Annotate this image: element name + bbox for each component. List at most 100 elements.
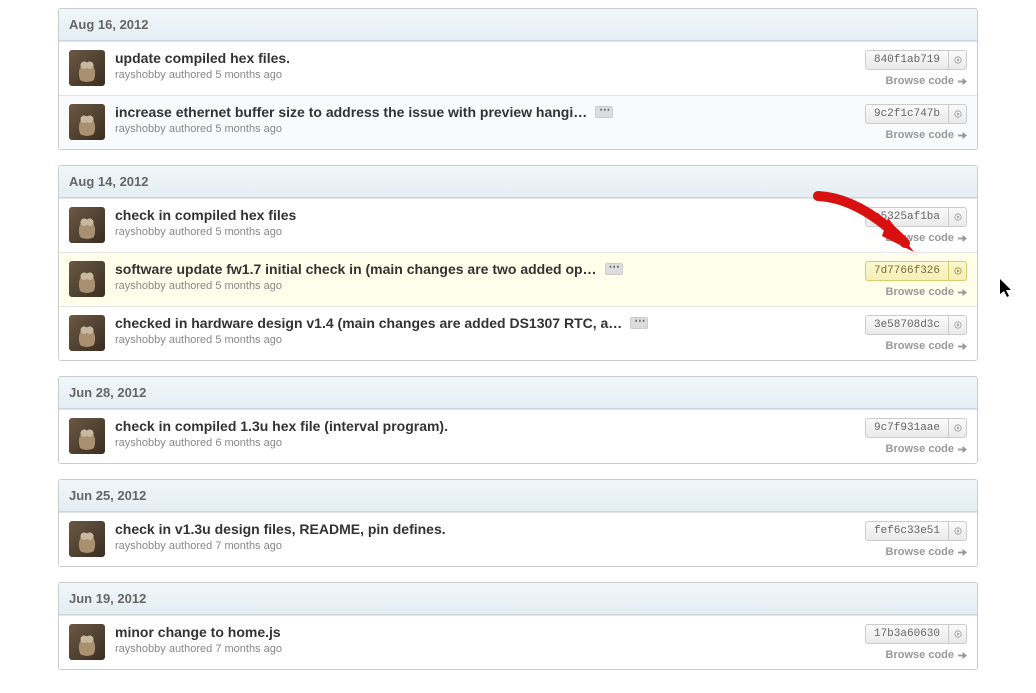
commit-row: software update fw1.7 initial check in (…	[59, 252, 977, 306]
browse-tree-button[interactable]	[949, 624, 967, 644]
browse-code-link[interactable]: Browse code	[886, 340, 967, 352]
commit-row: check in v1.3u design files, README, pin…	[59, 512, 977, 566]
browse-code-link[interactable]: Browse code	[886, 443, 967, 455]
commit-title-link[interactable]: increase ethernet buffer size to address…	[115, 104, 587, 120]
commit-row: checked in hardware design v1.4 (main ch…	[59, 306, 977, 360]
commit-row: check in compiled hex files rayshobby aut…	[59, 198, 977, 252]
commit-sha-link[interactable]: 9c7f931aae	[865, 418, 949, 438]
commit-title: check in compiled hex files	[115, 207, 855, 223]
avatar[interactable]	[69, 50, 105, 86]
authored-text: authored	[166, 226, 216, 238]
commit-main: check in v1.3u design files, README, pin…	[115, 521, 855, 552]
commit-actions: 7d7766f326 Browse code	[865, 261, 967, 298]
commit-group: Jun 25, 2012 check in v1.3u design files,…	[58, 479, 978, 567]
commit-time: 7 months ago	[215, 540, 282, 552]
browse-tree-button[interactable]	[949, 50, 967, 70]
commit-sha-link[interactable]: 17b3a60630	[865, 624, 949, 644]
sha-button-group: 9c7f931aae	[865, 418, 967, 438]
avatar[interactable]	[69, 207, 105, 243]
browse-tree-button[interactable]	[949, 261, 967, 281]
avatar[interactable]	[69, 624, 105, 660]
commit-title-link[interactable]: checked in hardware design v1.4 (main ch…	[115, 315, 622, 331]
commit-author-link[interactable]: rayshobby	[115, 437, 166, 449]
commit-main: update compiled hex files. rayshobby auth…	[115, 50, 855, 81]
browse-tree-button[interactable]	[949, 315, 967, 335]
commit-author-link[interactable]: rayshobby	[115, 123, 166, 135]
commit-row: minor change to home.js rayshobby authore…	[59, 615, 977, 669]
commit-main: check in compiled 1.3u hex file (interva…	[115, 418, 855, 449]
avatar[interactable]	[69, 418, 105, 454]
arrow-right-icon	[958, 342, 967, 351]
expand-message-button[interactable]	[605, 263, 623, 275]
commit-meta: rayshobby authored 5 months ago	[115, 69, 855, 81]
commit-author-link[interactable]: rayshobby	[115, 540, 166, 552]
browse-code-label: Browse code	[886, 340, 954, 352]
authored-text: authored	[166, 643, 216, 655]
browse-code-link[interactable]: Browse code	[886, 546, 967, 558]
commit-title: update compiled hex files.	[115, 50, 855, 66]
commit-group: Aug 14, 2012check in compiled hex filesr…	[58, 165, 978, 361]
commit-sha-link[interactable]: fef6c33e51	[865, 521, 949, 541]
commit-author-link[interactable]: rayshobby	[115, 280, 166, 292]
commit-main: checked in hardware design v1.4 (main ch…	[115, 315, 855, 346]
arrow-right-icon	[958, 288, 967, 297]
commit-author-link[interactable]: rayshobby	[115, 226, 166, 238]
avatar[interactable]	[69, 315, 105, 351]
avatar[interactable]	[69, 261, 105, 297]
commit-actions: fef6c33e51 Browse code	[865, 521, 967, 558]
browse-tree-button[interactable]	[949, 207, 967, 227]
browse-tree-button[interactable]	[949, 418, 967, 438]
sha-button-group: 3e58708d3c	[865, 315, 967, 335]
commit-meta: rayshobby authored 5 months ago	[115, 226, 855, 238]
browse-code-link[interactable]: Browse code	[886, 649, 967, 661]
commit-title-link[interactable]: check in compiled 1.3u hex file (interva…	[115, 418, 448, 434]
browse-tree-button[interactable]	[949, 521, 967, 541]
commit-meta: rayshobby authored 5 months ago	[115, 280, 855, 292]
commit-author-link[interactable]: rayshobby	[115, 69, 166, 81]
commit-sha-link[interactable]: 840f1ab719	[865, 50, 949, 70]
commit-title-link[interactable]: check in v1.3u design files, README, pin…	[115, 521, 446, 537]
commit-actions: 17b3a60630 Browse code	[865, 624, 967, 661]
commit-title-link[interactable]: check in compiled hex files	[115, 207, 296, 223]
expand-message-button[interactable]	[595, 106, 613, 118]
avatar[interactable]	[69, 104, 105, 140]
commit-row: check in compiled 1.3u hex file (interva…	[59, 409, 977, 463]
commit-title-link[interactable]: software update fw1.7 initial check in (…	[115, 261, 597, 277]
commit-main: software update fw1.7 initial check in (…	[115, 261, 855, 292]
commit-time: 6 months ago	[215, 437, 282, 449]
browse-code-link[interactable]: Browse code	[886, 232, 967, 244]
commit-author-link[interactable]: rayshobby	[115, 643, 166, 655]
browse-code-link[interactable]: Browse code	[886, 75, 967, 87]
authored-text: authored	[166, 280, 216, 292]
commit-sha-link[interactable]: 9c2f1c747b	[865, 104, 949, 124]
commit-actions: 3e58708d3c Browse code	[865, 315, 967, 352]
browse-code-label: Browse code	[886, 232, 954, 244]
commit-actions: e5325af1ba Browse code	[865, 207, 967, 244]
commit-group-date-header: Jun 25, 2012	[59, 480, 977, 512]
commit-sha-link[interactable]: 7d7766f326	[865, 261, 949, 281]
commit-meta: rayshobby authored 7 months ago	[115, 540, 855, 552]
sha-button-group: 17b3a60630	[865, 624, 967, 644]
commit-author-link[interactable]: rayshobby	[115, 334, 166, 346]
commit-actions: 9c7f931aae Browse code	[865, 418, 967, 455]
commit-time: 5 months ago	[215, 226, 282, 238]
commit-title: minor change to home.js	[115, 624, 855, 640]
commit-title: checked in hardware design v1.4 (main ch…	[115, 315, 855, 331]
commit-title-link[interactable]: update compiled hex files.	[115, 50, 290, 66]
commit-sha-link[interactable]: e5325af1ba	[865, 207, 949, 227]
commit-row: increase ethernet buffer size to address…	[59, 95, 977, 149]
commit-group-date-header: Jun 19, 2012	[59, 583, 977, 615]
commit-meta: rayshobby authored 7 months ago	[115, 643, 855, 655]
arrow-right-icon	[958, 651, 967, 660]
browse-tree-button[interactable]	[949, 104, 967, 124]
sha-button-group: fef6c33e51	[865, 521, 967, 541]
browse-code-label: Browse code	[886, 286, 954, 298]
commit-title-link[interactable]: minor change to home.js	[115, 624, 281, 640]
browse-code-link[interactable]: Browse code	[886, 286, 967, 298]
avatar[interactable]	[69, 521, 105, 557]
expand-message-button[interactable]	[630, 317, 648, 329]
authored-text: authored	[166, 540, 216, 552]
commit-sha-link[interactable]: 3e58708d3c	[865, 315, 949, 335]
arrow-right-icon	[958, 77, 967, 86]
browse-code-link[interactable]: Browse code	[886, 129, 967, 141]
